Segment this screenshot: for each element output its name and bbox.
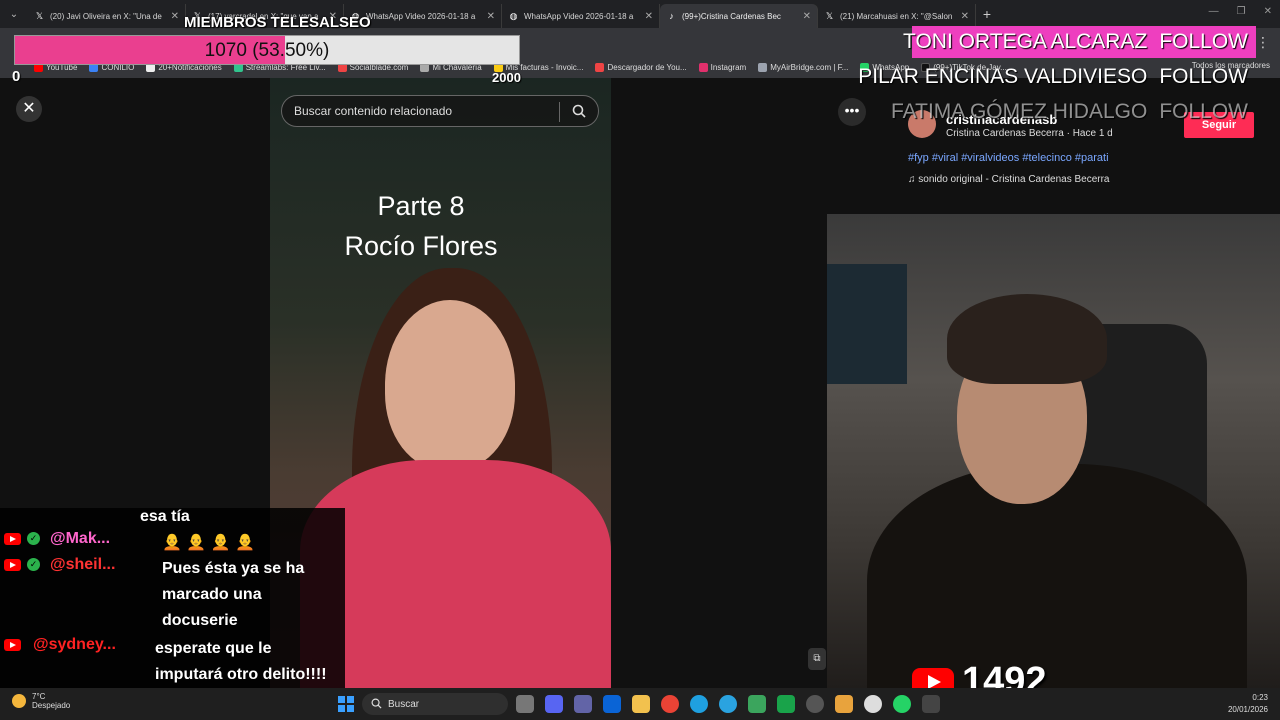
edge-icon[interactable] [690, 695, 708, 713]
close-tab-icon[interactable]: ✕ [645, 11, 653, 22]
window-controls: — ❐ ✕ [1209, 6, 1272, 17]
bookmark-item[interactable]: Instagram [698, 62, 746, 72]
chat-message: ✓ @sheil... Pues ésta ya se ha marcado u… [4, 556, 337, 634]
new-tab-button[interactable]: + [976, 6, 998, 22]
creator-subtitle: Cristina Cardenas Becerra · Hace 1 d [946, 128, 1113, 139]
tab-search-chevron-icon[interactable]: ⌄ [0, 0, 28, 28]
network-icon[interactable] [748, 695, 766, 713]
webcam-torso [867, 464, 1247, 688]
browser-tab[interactable]: 𝕏 (20) Javi Oliveira en X: "Una de ✕ [28, 4, 186, 28]
browser-tab[interactable]: ◍ WhatsApp Video 2026-01-18 a ✕ [502, 4, 660, 28]
x-icon: 𝕏 [35, 10, 44, 21]
obs-icon[interactable] [806, 695, 824, 713]
folder-icon[interactable] [632, 695, 650, 713]
camtasia-icon[interactable] [777, 695, 795, 713]
more-options-icon[interactable]: ••• [838, 98, 866, 126]
taskbar-search[interactable]: Buscar [362, 693, 508, 715]
close-tab-icon[interactable]: ✕ [171, 11, 179, 22]
youtube-icon [4, 533, 21, 545]
maximize-icon[interactable]: ❐ [1237, 6, 1246, 17]
browser-tab-active[interactable]: ♪ (99+)Cristina Cardenas Bec ✕ [660, 4, 818, 28]
webcam-monitor [827, 264, 907, 384]
search-divider [559, 102, 560, 122]
verified-icon: ✓ [27, 532, 40, 545]
telegram-icon[interactable] [719, 695, 737, 713]
close-icon[interactable]: ✕ [16, 96, 42, 122]
browser-menu-icon[interactable]: ⋮ [1256, 34, 1270, 51]
close-tab-icon[interactable]: ✕ [487, 11, 495, 22]
webcam-hair [947, 294, 1107, 384]
video-frame-face [385, 300, 515, 470]
system-clock[interactable]: 0:23 20/01/2026 [1228, 692, 1268, 716]
discord-icon[interactable] [545, 695, 563, 713]
chat-message: @sydney... esperate que le imputará otro… [4, 636, 330, 688]
moon-icon [12, 694, 26, 708]
chat-username: @sydney... [33, 636, 116, 653]
globe-icon: ◍ [509, 10, 518, 21]
minimize-icon[interactable]: — [1209, 6, 1219, 17]
youtube-icon [4, 639, 21, 651]
music-note-icon: ♫ [908, 174, 919, 185]
goal-progress-text: 1070 (53.50%) [204, 40, 330, 61]
screen: ⌄ 𝕏 (20) Javi Oliveira en X: "Una de ✕ 𝕏 (1… [0, 0, 1280, 720]
sound-info[interactable]: ♫ sonido original - Cristina Cardenas Be… [908, 174, 1109, 185]
download-icon [595, 62, 605, 72]
tiktok-icon: ♪ [669, 10, 674, 21]
taskbar-apps [516, 695, 940, 713]
chat-username: @Mak... [50, 530, 111, 547]
video-frame-body [300, 460, 611, 688]
goal-progress-bar: 1070 (53.50%) [14, 35, 520, 65]
cloud-icon [758, 62, 768, 72]
teams-icon[interactable] [574, 695, 592, 713]
app-icon[interactable] [835, 695, 853, 713]
chat-message: ✓ @Mak... 🧑‍🦲 🧑‍🦲 🧑‍🦲 🧑‍🦲 [4, 530, 337, 556]
bookmark-item[interactable]: MyAirBridge.com | F... [758, 62, 848, 72]
search-icon[interactable] [572, 104, 586, 118]
whatsapp-icon[interactable] [893, 695, 911, 713]
x-icon: 𝕏 [825, 10, 834, 21]
instagram-icon [698, 62, 708, 72]
close-window-icon[interactable]: ✕ [1264, 6, 1272, 17]
goal-title: MIEMBROS TELESALSEO [184, 14, 371, 31]
follower-alert: FATIMA GÓMEZ HIDALGO FOLLOW [891, 100, 1248, 123]
webcam-feed [827, 214, 1280, 688]
task-view-icon[interactable] [516, 695, 534, 713]
search-icon [371, 698, 382, 709]
windows-start-icon[interactable] [338, 696, 354, 712]
weather-widget[interactable]: 7°C Despejado [12, 692, 70, 710]
goal-min: 0 [12, 68, 21, 85]
youtube-icon [4, 559, 21, 571]
video-title: Parte 8 Rocío Flores [344, 191, 498, 261]
chat-username: @sheil... [50, 556, 116, 573]
close-tab-icon[interactable]: ✕ [803, 11, 811, 22]
goal-max: 2000 [492, 70, 521, 85]
copy-icon[interactable]: ⧉ [808, 648, 826, 670]
hashtags[interactable]: #fyp #viral #viralvideos #telecinco #par… [908, 152, 1109, 164]
app-icon[interactable] [864, 695, 882, 713]
bookmark-item[interactable]: Descargador de You... [595, 62, 687, 72]
chrome-icon[interactable] [661, 695, 679, 713]
browser-tab[interactable]: 𝕏 (21) Marcahuasi en X: "@Salon ✕ [818, 4, 976, 28]
related-search-input[interactable]: Buscar contenido relacionado [281, 95, 599, 127]
outlook-icon[interactable] [603, 695, 621, 713]
close-tab-icon[interactable]: ✕ [961, 11, 969, 22]
app-icon[interactable] [922, 695, 940, 713]
chat-message-fragment: esa tía [140, 508, 190, 525]
follower-alert: TONI ORTEGA ALCARAZ FOLLOW [903, 26, 1256, 58]
follower-alert: PILAR ENCINAS VALDIVIESO FOLLOW [858, 65, 1248, 88]
verified-icon: ✓ [27, 558, 40, 571]
taskbar: 7°C Despejado Buscar 0:23 20/01/2026 [0, 688, 1280, 720]
